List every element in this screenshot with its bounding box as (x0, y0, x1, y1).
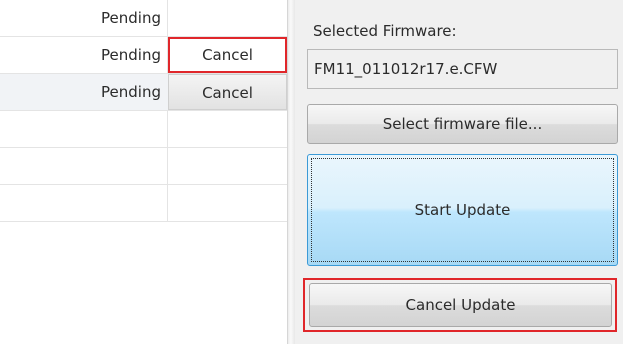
cancel-row-button[interactable]: Cancel (168, 74, 287, 110)
panel-splitter[interactable] (287, 0, 295, 344)
firmware-queue-table: Pending Pending Cancel Pending Cancel (0, 0, 287, 344)
table-row (0, 185, 287, 222)
column-divider (167, 148, 168, 184)
column-divider (167, 111, 168, 147)
table-row: Pending Cancel (0, 74, 287, 111)
start-update-label: Start Update (414, 201, 511, 219)
column-divider (167, 0, 168, 36)
selected-firmware-label: Selected Firmware: (313, 22, 457, 40)
table-row: Pending Cancel (0, 37, 287, 74)
select-firmware-button[interactable]: Select firmware file... (307, 104, 618, 144)
status-cell: Pending (101, 46, 161, 64)
cancel-row-button[interactable]: Cancel (168, 37, 287, 73)
cancel-update-button[interactable]: Cancel Update (309, 283, 612, 327)
table-row: Pending (0, 0, 287, 37)
firmware-panel: Selected Firmware: FM11_011012r17.e.CFW … (295, 0, 623, 344)
start-update-button[interactable]: Start Update (307, 154, 618, 266)
firmware-file-field: FM11_011012r17.e.CFW (307, 49, 618, 89)
table-row (0, 148, 287, 185)
column-divider (167, 185, 168, 221)
status-cell: Pending (101, 9, 161, 27)
table-row (0, 111, 287, 148)
status-cell: Pending (101, 83, 161, 101)
